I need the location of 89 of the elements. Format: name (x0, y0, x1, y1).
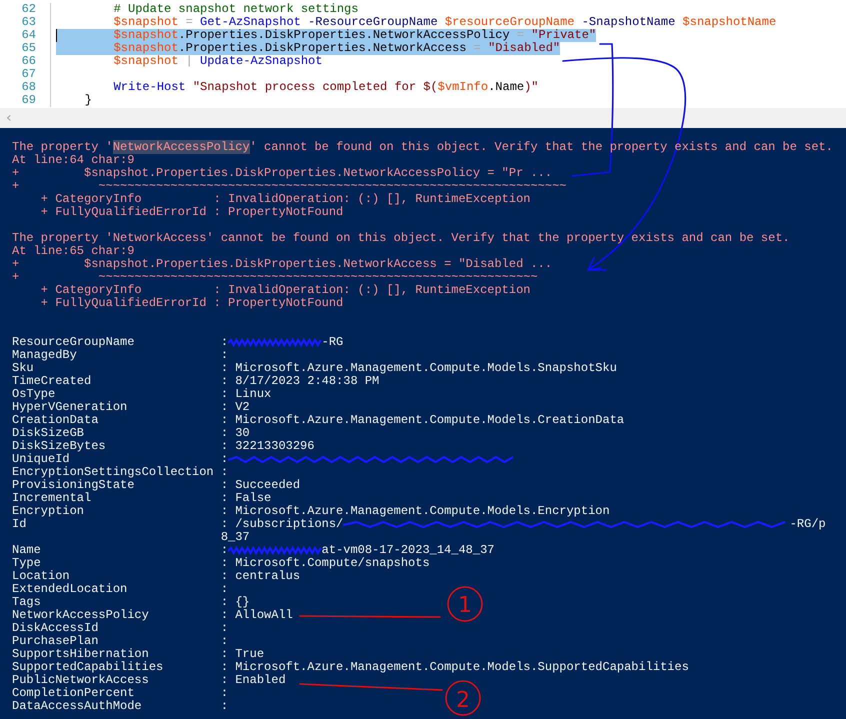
script-editor[interactable] (0, 0, 846, 128)
property-name: DiskSizeBytes (12, 440, 107, 453)
property-name: Id (12, 518, 28, 531)
error-location: At line:65 char:9 (12, 245, 136, 258)
property-name: Type (12, 557, 42, 570)
property-value: : 30 (220, 427, 250, 440)
line-number: 64 (0, 29, 51, 42)
scroll-left-arrow[interactable]: ‹ (6, 112, 12, 124)
line-number: 67 (0, 68, 51, 81)
property-value: : Succeeded (220, 479, 300, 492)
error-id: + FullyQualifiedErrorId : PropertyNotFound (40, 297, 344, 310)
property-name: ExtendedLocation (12, 583, 128, 596)
property-name: EncryptionSettingsCollection (12, 466, 215, 479)
property-value: : Microsoft.Azure.Management.Compute.Models.SnapshotSku (220, 362, 617, 375)
property-name: CompletionPercent (12, 687, 136, 700)
error-category: + CategoryInfo : InvalidOperation: (:) [], RuntimeException (40, 284, 532, 297)
property-name: SupportsHibernation (12, 648, 150, 661)
property-value: : (220, 583, 228, 596)
property-value: : V2 (220, 401, 250, 414)
property-name: ProvisioningState (12, 479, 136, 492)
property-name: DataAccessAuthMode (12, 700, 143, 713)
property-name: Tags (12, 596, 42, 609)
error-squiggle: + ~~~~~~~~~~~~~~~~~~~~~~~~~~~~~~~~~~~~~~~~~~~~~~~~~~~~~~~~~~~~~~~~~ (12, 180, 568, 193)
property-name: Name (12, 544, 42, 557)
property-value: : /subscriptions/ (220, 518, 344, 531)
property-name: ResourceGroupName (12, 336, 136, 349)
property-name: Location (12, 570, 71, 583)
line-number: 68 (0, 81, 51, 94)
property-value: -RG (322, 336, 344, 349)
line-number: 62 (0, 3, 51, 16)
property-value: : (220, 687, 228, 700)
horizontal-scrollbar[interactable]: ‹ (0, 108, 846, 128)
property-value: : Enabled (220, 674, 286, 687)
code-line: $snapshot = Get-AzSnapshot -ResourceGroupName $resourceGroupName -SnapshotName $snapshotName (112, 16, 776, 29)
property-value: : (220, 635, 228, 648)
property-value: : Microsoft.Azure.Management.Compute.Models.CreationData (220, 414, 624, 427)
property-value: : True (220, 648, 264, 661)
property-value: : {} (220, 596, 250, 609)
property-value: : 8/17/2023 2:48:38 PM (220, 375, 380, 388)
property-name: NetworkAccessPolicy (12, 609, 150, 622)
property-value: : AllowAll (220, 609, 293, 622)
circled-number: 1 (447, 586, 483, 622)
error-code-line: + $snapshot.Properties.DiskProperties.NetworkAccess = "Disabled ... (12, 258, 554, 271)
line-number: 65 (0, 42, 51, 55)
property-name: UniqueId (12, 453, 71, 466)
property-name: SupportedCapabilities (12, 661, 164, 674)
property-value: at-vm08-17-2023_14_48_37 (322, 544, 494, 557)
property-name: ManagedBy (12, 349, 78, 362)
property-value: : centralus (220, 570, 300, 583)
error-code-line: + $snapshot.Properties.DiskProperties.NetworkAccessPolicy = "Pr ... (12, 167, 554, 180)
property-value: : 32213303296 (220, 440, 314, 453)
error-message: The property 'NetworkAccess' cannot be found on this object. Verify that the property exists and can be set. (12, 232, 791, 245)
error-location: At line:64 char:9 (12, 154, 136, 167)
property-name: Sku (12, 362, 35, 375)
code-line: $snapshot | Update-AzSnapshot (112, 55, 322, 68)
property-name: CreationData (12, 414, 100, 427)
property-value: : (220, 466, 228, 479)
property-value: : (220, 544, 228, 557)
error-category: + CategoryInfo : InvalidOperation: (:) [], RuntimeException (40, 193, 532, 206)
error-squiggle: + ~~~~~~~~~~~~~~~~~~~~~~~~~~~~~~~~~~~~~~~~~~~~~~~~~~~~~~~~~~~~~ (12, 271, 539, 284)
circled-number: 2 (445, 680, 481, 716)
property-value: 8_37 (220, 531, 250, 544)
property-name: HyperVGeneration (12, 401, 128, 414)
line-number: 69 (0, 94, 51, 107)
property-name: Incremental (12, 492, 92, 505)
code-line: } (84, 94, 92, 107)
property-name: TimeCreated (12, 375, 92, 388)
property-value: -RG/p (790, 518, 826, 531)
property-value: : (220, 453, 228, 466)
code-line: Write-Host "Snapshot process completed for $($vmInfo.Name)" (112, 81, 539, 94)
property-value: : Microsoft.Azure.Management.Compute.Models.SupportedCapabilities (220, 661, 689, 674)
property-value: : (220, 336, 228, 349)
property-name: DiskSizeGB (12, 427, 86, 440)
property-value: : False (220, 492, 272, 505)
line-number: 63 (0, 16, 51, 29)
property-name: Encryption (12, 505, 86, 518)
property-name: PurchasePlan (12, 635, 100, 648)
property-name: DiskAccessId (12, 622, 100, 635)
property-value: : (220, 349, 228, 362)
code-line: # Update snapshot network settings (112, 3, 358, 16)
property-name: PublicNetworkAccess (12, 674, 150, 687)
property-name: OsType (12, 388, 56, 401)
line-number: 66 (0, 55, 51, 68)
property-value: : Linux (220, 388, 272, 401)
property-value: : Microsoft.Compute/snapshots (220, 557, 430, 570)
property-value: : Microsoft.Azure.Management.Compute.Models.Encryption (220, 505, 610, 518)
error-id: + FullyQualifiedErrorId : PropertyNotFound (40, 206, 344, 219)
property-value: : (220, 622, 228, 635)
property-value: : (220, 700, 228, 713)
